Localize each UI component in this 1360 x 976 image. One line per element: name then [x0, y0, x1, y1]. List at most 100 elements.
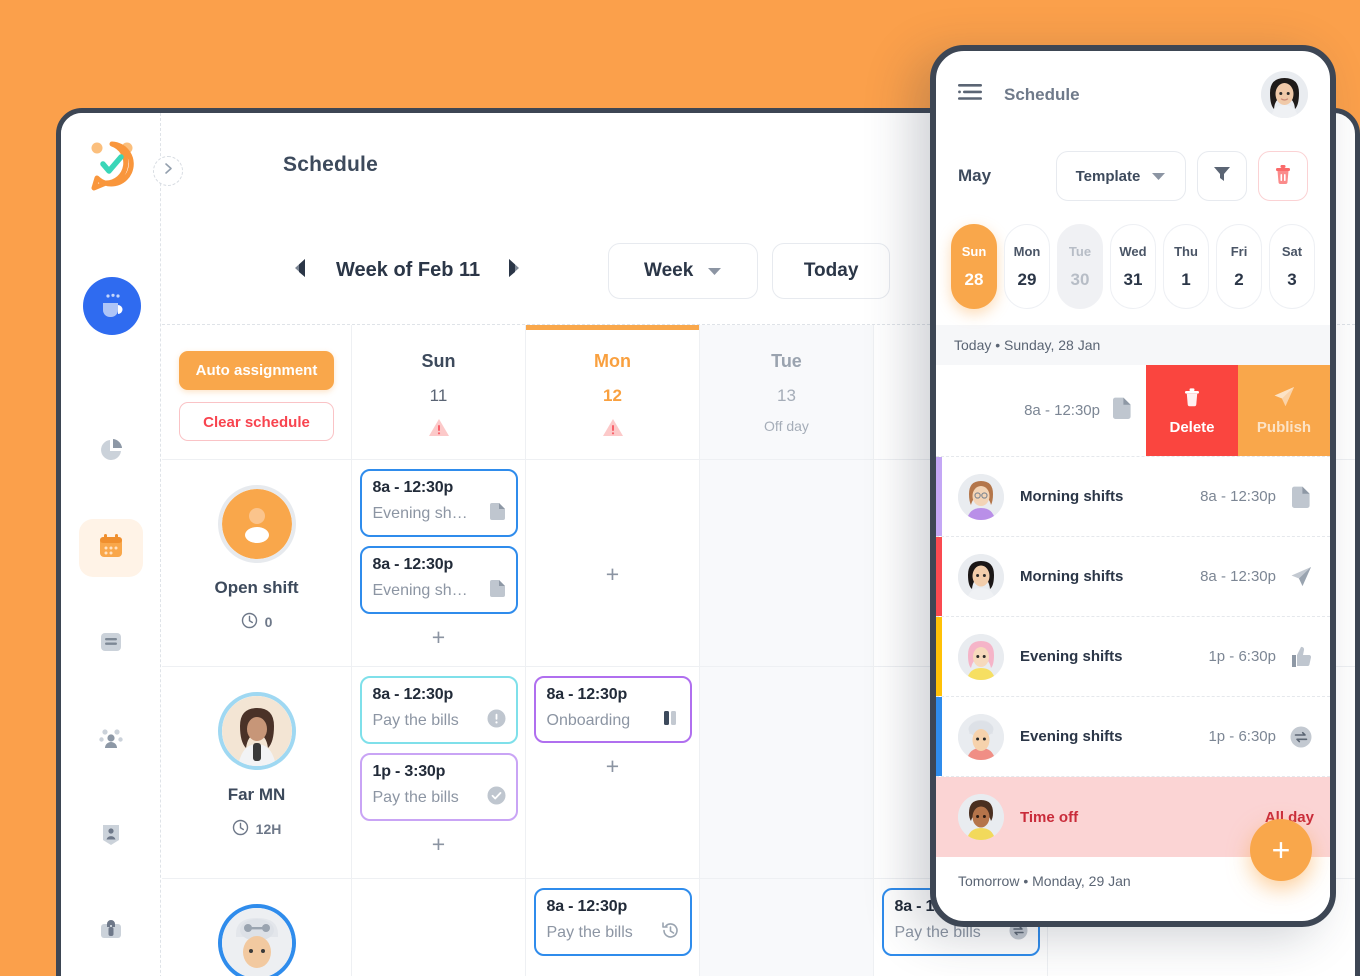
caret-down-icon [707, 260, 722, 282]
sidebar-item-profile[interactable] [79, 807, 143, 865]
week-label: Week of Feb 11 [336, 259, 481, 281]
day-cell-mon[interactable]: + [526, 460, 700, 666]
list-item-time: 1p - 6:30p [1208, 728, 1276, 745]
day-cell-sun[interactable]: 8a - 12:30p Pay the bills 1p - 3:30p Pay… [352, 667, 526, 878]
sidebar [61, 113, 161, 976]
thumbs-up-icon [1288, 646, 1314, 668]
list-item[interactable]: Morning shifts 8a - 12:30p [936, 457, 1330, 537]
pie-chart-icon [97, 436, 125, 469]
filter-button[interactable] [1197, 151, 1247, 201]
auto-assignment-button[interactable]: Auto assignment [179, 351, 334, 390]
day-column-header-mon[interactable]: Mon 12 [526, 325, 700, 459]
sidebar-item-dashboard[interactable] [79, 423, 143, 481]
avatar [958, 794, 1004, 840]
add-shift-button[interactable]: + [432, 626, 445, 649]
day-cell-tue[interactable] [700, 879, 874, 976]
phone-day-mon[interactable]: Mon 29 [1004, 224, 1050, 309]
day-number: 1 [1181, 269, 1191, 289]
phone-day-sat[interactable]: Sat 3 [1269, 224, 1315, 309]
day-number: 29 [1017, 269, 1037, 289]
shift-card[interactable]: 8a - 12:30p Pay the bills [533, 888, 692, 956]
trash-icon [1273, 163, 1293, 190]
phone-mockup: Schedule May Template Sun 28 Mon 29 Tue … [930, 45, 1336, 927]
add-shift-button[interactable]: + [606, 755, 619, 778]
swipe-publish-button[interactable]: Publish [1238, 365, 1330, 456]
day-cell-sun[interactable]: 8a - 12:30p Evening sh… 8a - 12:30p Even… [352, 460, 526, 666]
shift-time: 1p - 3:30p [372, 763, 446, 780]
shift-time: 8a - 12:30p [1024, 402, 1100, 419]
user-badge-icon [97, 820, 125, 853]
list-item[interactable]: Evening shifts 1p - 6:30p [936, 697, 1330, 777]
team-people-icon [97, 724, 125, 757]
shift-card[interactable]: 8a - 12:30p Evening sh… [359, 469, 518, 537]
next-week-button[interactable] [506, 259, 524, 282]
shift-label: Evening sh… [372, 505, 468, 522]
sidebar-item-brand[interactable] [83, 277, 141, 335]
prev-week-button[interactable] [292, 257, 310, 284]
shift-swipe-content: 8a - 12:30p [936, 365, 1146, 456]
list-item-title: Time off [1020, 808, 1079, 826]
person-cell[interactable]: Far MN 12H [162, 667, 352, 878]
avatar[interactable] [1261, 71, 1308, 118]
sidebar-item-tasks[interactable] [79, 615, 143, 673]
view-select-label: Week [643, 259, 694, 281]
view-select[interactable]: Week [608, 242, 759, 299]
day-cell-mon[interactable]: 8a - 12:30p Onboarding + [526, 667, 700, 878]
phone-day-sun[interactable]: Sun 28 [951, 224, 997, 309]
day-cell-mon[interactable]: 8a - 12:30p Pay the bills [526, 879, 700, 976]
avatar [958, 633, 1004, 680]
day-number: 11 [429, 386, 448, 405]
phone-day-thu[interactable]: Thu 1 [1163, 224, 1209, 309]
add-shift-button[interactable]: + [432, 833, 445, 856]
day-cell-tue[interactable] [700, 460, 874, 666]
copy-icon [489, 579, 506, 603]
delete-button[interactable] [1258, 151, 1308, 201]
add-shift-fab[interactable]: + [1250, 819, 1312, 881]
sidebar-item-schedule[interactable] [78, 519, 143, 577]
day-name: Sun [421, 351, 456, 371]
phone-day-tue[interactable]: Tue 30 [1057, 224, 1103, 309]
day-cell-sun[interactable] [352, 879, 526, 976]
day-column-header-sun[interactable]: Sun 11 [352, 325, 526, 459]
clock-icon [241, 612, 258, 632]
shift-card[interactable]: 8a - 12:30p Evening sh… [359, 546, 518, 614]
avatar [958, 473, 1004, 520]
list-item[interactable]: Evening shifts 1p - 6:30p [936, 617, 1330, 697]
list-document-icon [97, 628, 125, 661]
avatar [958, 553, 1004, 600]
shift-card[interactable]: 1p - 3:30p Pay the bills [359, 753, 518, 821]
person-name: Open shift [214, 578, 299, 597]
avatar [217, 485, 296, 563]
shift-swipe-row[interactable]: 8a - 12:30p Delete Publish [936, 365, 1330, 457]
clear-schedule-button[interactable]: Clear schedule [179, 402, 334, 441]
today-button[interactable]: Today [772, 242, 891, 299]
shift-card[interactable]: 8a - 12:30p Pay the bills [359, 676, 518, 744]
phone-day-fri[interactable]: Fri 2 [1216, 224, 1262, 309]
avatar [958, 713, 1004, 760]
add-shift-button[interactable]: + [606, 563, 619, 586]
sidebar-item-jobs[interactable] [79, 903, 143, 961]
off-day-label: Off day [764, 418, 809, 434]
shift-label: Pay the bills [546, 924, 633, 941]
phone-day-wed[interactable]: Wed 31 [1110, 224, 1156, 309]
shift-time: 8a - 12:30p [546, 686, 628, 703]
shift-card[interactable]: 8a - 12:30p Onboarding [533, 676, 692, 743]
template-select[interactable]: Template [1056, 151, 1186, 201]
day-name: Sun [961, 243, 987, 259]
day-cell-tue[interactable] [700, 667, 874, 878]
shift-color-bar [936, 697, 942, 776]
person-cell[interactable] [162, 879, 352, 976]
person-cell[interactable]: Open shift 0 [162, 460, 352, 666]
bars-icon [661, 709, 680, 732]
sidebar-collapse-button[interactable] [153, 156, 183, 186]
day-column-header-tue[interactable]: Tue 13 Off day [700, 325, 874, 459]
hamburger-icon[interactable] [958, 83, 982, 106]
triangle-left-icon [292, 257, 308, 284]
list-item[interactable]: Morning shifts 8a - 12:30p [936, 537, 1330, 617]
sidebar-item-team[interactable] [79, 711, 143, 769]
avatar [217, 904, 296, 976]
copy-icon [1112, 397, 1132, 424]
swipe-delete-button[interactable]: Delete [1146, 365, 1238, 456]
day-name: Fri [1230, 243, 1248, 259]
send-icon [1288, 566, 1314, 588]
